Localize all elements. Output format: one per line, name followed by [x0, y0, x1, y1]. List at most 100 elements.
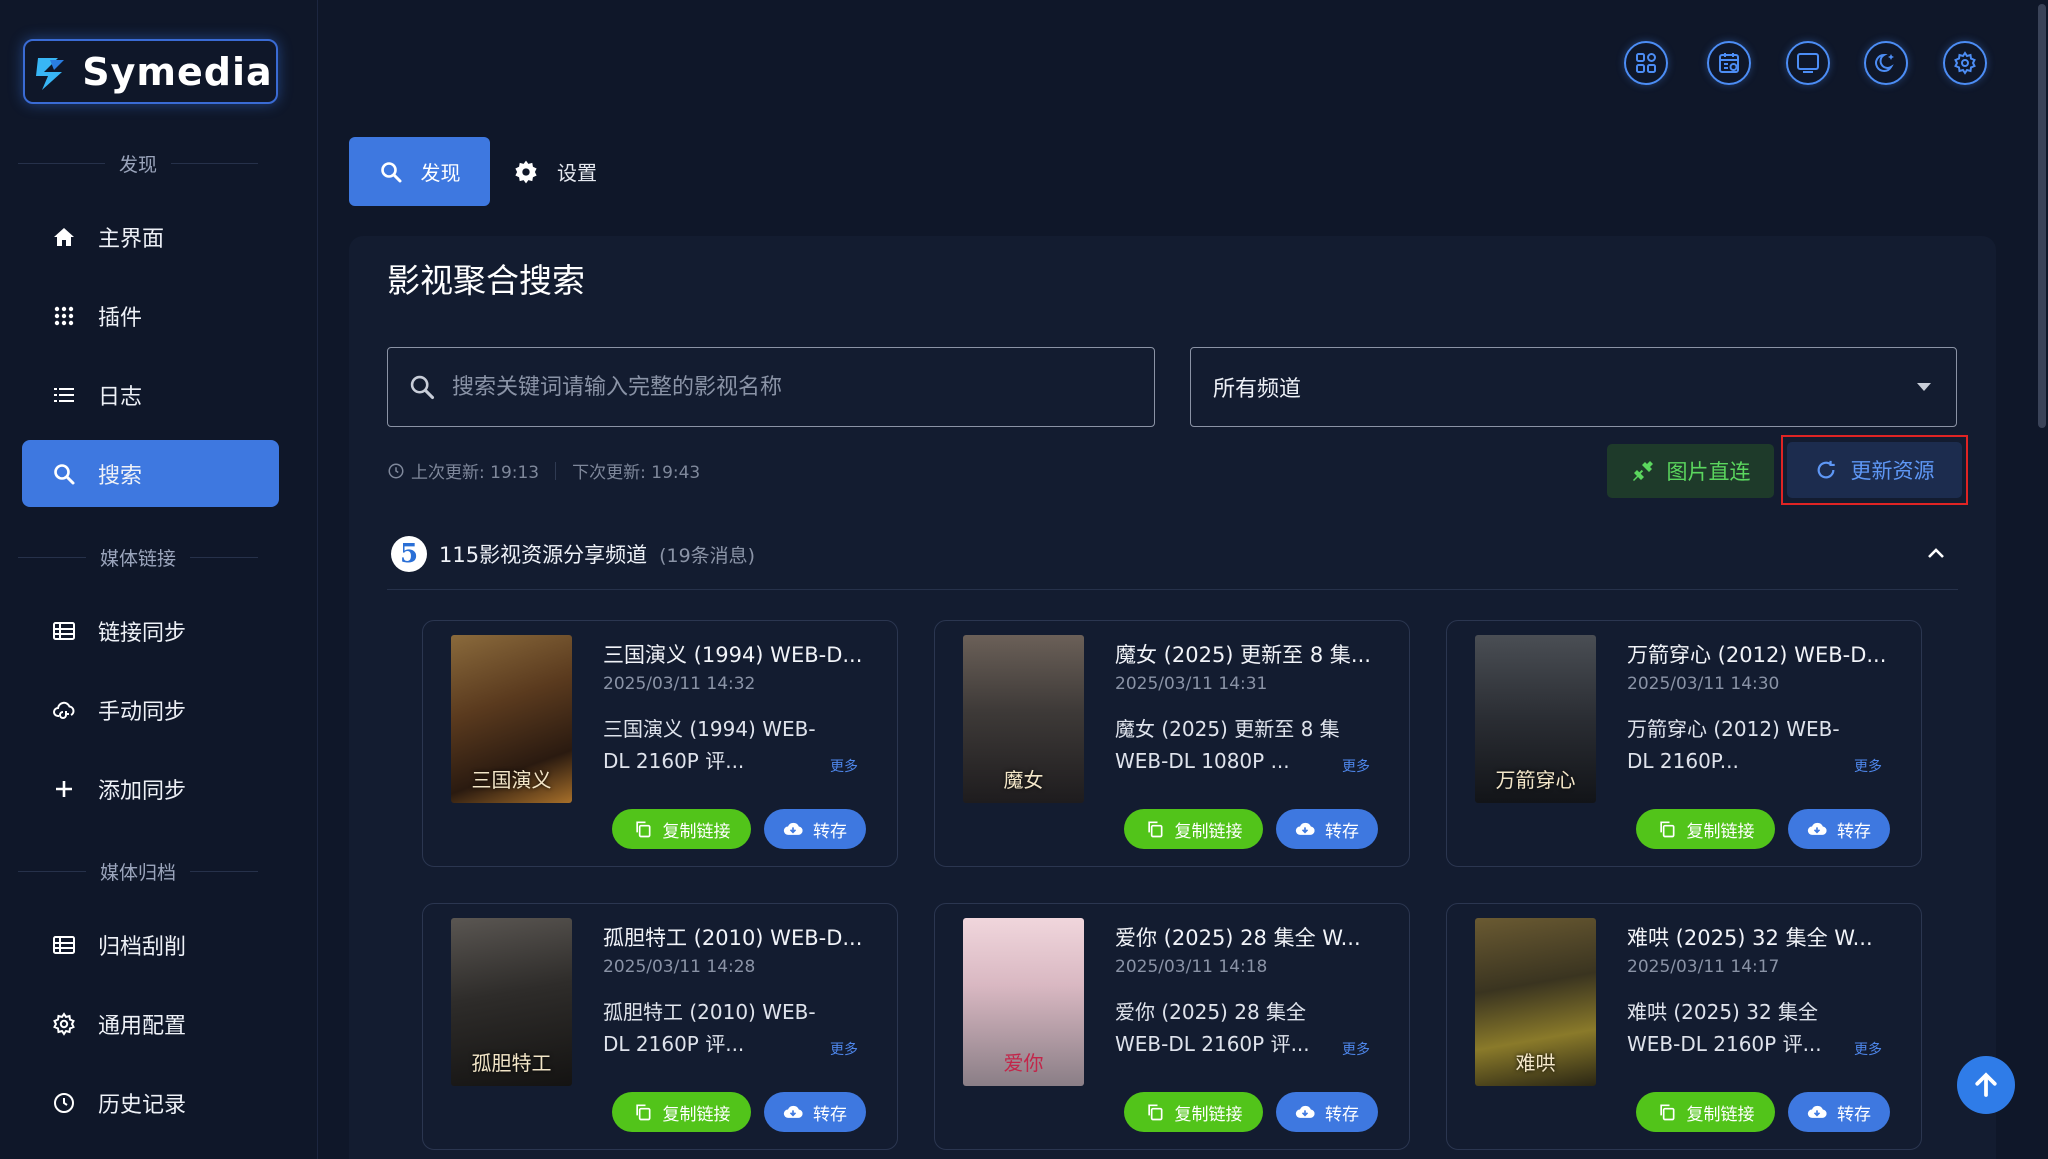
copy-link-button[interactable]: 复制链接: [612, 809, 751, 849]
poster-label: 难哄: [1515, 1051, 1556, 1075]
save-label: 转存: [1325, 821, 1359, 842]
card-title[interactable]: 难哄 (2025) 32 集全 W...: [1627, 922, 1897, 952]
copy-link-button[interactable]: 复制链接: [1124, 809, 1263, 849]
grid-icon: [54, 306, 74, 325]
save-label: 转存: [1325, 1104, 1359, 1125]
scroll-to-top-button[interactable]: [1957, 1056, 2015, 1114]
save-button[interactable]: 转存: [1788, 809, 1890, 849]
card-desc: 爱你 (2025) 28 集全 WEB-DL 2160P 评...: [1115, 1000, 1310, 1056]
copy-link-button[interactable]: 复制链接: [1636, 809, 1775, 849]
card-title[interactable]: 爱你 (2025) 28 集全 W...: [1115, 922, 1385, 952]
poster-image[interactable]: 万箭穿心: [1475, 635, 1596, 803]
copy-link-button[interactable]: 复制链接: [1636, 1092, 1775, 1132]
search-input[interactable]: [452, 374, 1154, 400]
poster-image[interactable]: 爱你: [963, 918, 1084, 1086]
app-logo[interactable]: Symedia: [23, 39, 278, 104]
copy-label: 复制链接: [1686, 1104, 1755, 1125]
apps-icon[interactable]: [1624, 41, 1668, 85]
tab-discover[interactable]: 发现: [349, 137, 490, 206]
save-label: 转存: [1837, 821, 1871, 842]
save-button[interactable]: 转存: [764, 1092, 866, 1132]
poster-image[interactable]: 三国演义: [451, 635, 572, 803]
page-title: 影视聚合搜索: [387, 261, 585, 300]
refresh-highlight: 更新资源: [1781, 435, 1968, 505]
channel-select[interactable]: 所有频道: [1190, 347, 1957, 427]
result-card: 三国演义 三国演义 (1994) WEB-D... 2025/03/11 14:…: [422, 620, 898, 867]
calendar-icon[interactable]: [1707, 41, 1751, 85]
poster-image[interactable]: 孤胆特工: [451, 918, 572, 1086]
save-button[interactable]: 转存: [1276, 1092, 1378, 1132]
chevron-up-icon[interactable]: [1924, 542, 1948, 566]
refresh-label: 更新资源: [1850, 459, 1935, 483]
result-card: 魔女 魔女 (2025) 更新至 8 集... 2025/03/11 14:31…: [934, 620, 1410, 867]
save-button[interactable]: 转存: [764, 809, 866, 849]
refresh-resources-button[interactable]: 更新资源: [1787, 442, 1962, 498]
settings-icon[interactable]: [1943, 41, 1987, 85]
search-icon: [410, 375, 435, 400]
more-link[interactable]: 更多: [1342, 756, 1370, 776]
copy-label: 复制链接: [1174, 821, 1243, 842]
sidebar-item-logs[interactable]: 日志: [22, 361, 279, 428]
sidebar-item-label: 手动同步: [98, 699, 187, 725]
divider: [387, 589, 1958, 590]
sidebar-item-home[interactable]: 主界面: [22, 203, 279, 270]
image-direct-button[interactable]: 图片直连: [1607, 444, 1774, 498]
card-desc: 三国演义 (1994) WEB-DL 2160P 评...: [603, 717, 816, 773]
sidebar-item-archive-scrape[interactable]: 归档刮削: [22, 911, 279, 978]
sidebar-item-link-sync[interactable]: 链接同步: [22, 597, 279, 664]
result-card: 难哄 难哄 (2025) 32 集全 W... 2025/03/11 14:17…: [1446, 903, 1922, 1150]
sidebar-item-add-sync[interactable]: 添加同步: [22, 755, 279, 822]
copy-icon: [635, 1104, 650, 1121]
channel-header[interactable]: 5 115影视资源分享频道 (19条消息): [391, 522, 1958, 586]
save-button[interactable]: 转存: [1788, 1092, 1890, 1132]
card-title[interactable]: 万箭穿心 (2012) WEB-D...: [1627, 639, 1897, 669]
search-field[interactable]: [387, 347, 1155, 427]
save-button[interactable]: 转存: [1276, 809, 1378, 849]
card-title[interactable]: 三国演义 (1994) WEB-D...: [603, 639, 873, 669]
monitor-icon[interactable]: [1786, 41, 1830, 85]
copy-link-button[interactable]: 复制链接: [612, 1092, 751, 1132]
save-label: 转存: [813, 821, 847, 842]
poster-label: 三国演义: [471, 768, 552, 792]
channel-badge: 5: [391, 536, 427, 572]
cloud-download-icon: [783, 822, 803, 835]
sidebar-item-plugins[interactable]: 插件: [22, 282, 279, 349]
image-direct-label: 图片直连: [1666, 460, 1751, 484]
cloud-sync-icon: [53, 701, 75, 719]
section-label-media-link: 媒体链接: [18, 542, 259, 572]
tab-settings[interactable]: 设置: [513, 137, 623, 206]
search-icon: [380, 161, 401, 182]
logo-text: Symedia: [82, 49, 273, 94]
card-date: 2025/03/11 14:17: [1627, 957, 1780, 977]
card-title[interactable]: 孤胆特工 (2010) WEB-D...: [603, 922, 873, 952]
more-link[interactable]: 更多: [1854, 1039, 1882, 1059]
more-link[interactable]: 更多: [1854, 756, 1882, 776]
poster-image[interactable]: 难哄: [1475, 918, 1596, 1086]
copy-icon: [1147, 1104, 1162, 1121]
next-update-text: 下次更新: 19:43: [572, 463, 701, 483]
cloud-download-icon: [1295, 1105, 1315, 1118]
channel-count: (19条消息): [659, 544, 756, 567]
sidebar-item-manual-sync[interactable]: 手动同步: [22, 676, 279, 743]
copy-link-button[interactable]: 复制链接: [1124, 1092, 1263, 1132]
result-card: 万箭穿心 万箭穿心 (2012) WEB-D... 2025/03/11 14:…: [1446, 620, 1922, 867]
caret-down-icon: [1917, 383, 1931, 391]
sidebar-item-label: 插件: [98, 305, 143, 331]
poster-image[interactable]: 魔女: [963, 635, 1084, 803]
more-link[interactable]: 更多: [1342, 1039, 1370, 1059]
gear-icon: [53, 1011, 75, 1036]
card-title[interactable]: 魔女 (2025) 更新至 8 集...: [1115, 639, 1385, 669]
cloud-download-icon: [1807, 822, 1827, 835]
sidebar-item-general-config[interactable]: 通用配置: [22, 990, 279, 1057]
more-link[interactable]: 更多: [830, 756, 858, 776]
sidebar-item-search[interactable]: 搜索: [22, 440, 279, 507]
theme-moon-icon[interactable]: [1864, 41, 1908, 85]
list-icon: [54, 387, 74, 402]
sidebar-item-history[interactable]: 历史记录: [22, 1069, 279, 1136]
sidebar-item-label: 归档刮削: [98, 934, 187, 960]
copy-icon: [635, 821, 650, 838]
more-link[interactable]: 更多: [830, 1039, 858, 1059]
poster-label: 孤胆特工: [471, 1051, 552, 1075]
cloud-download-icon: [783, 1105, 803, 1118]
scrollbar-thumb[interactable]: [2038, 4, 2046, 428]
